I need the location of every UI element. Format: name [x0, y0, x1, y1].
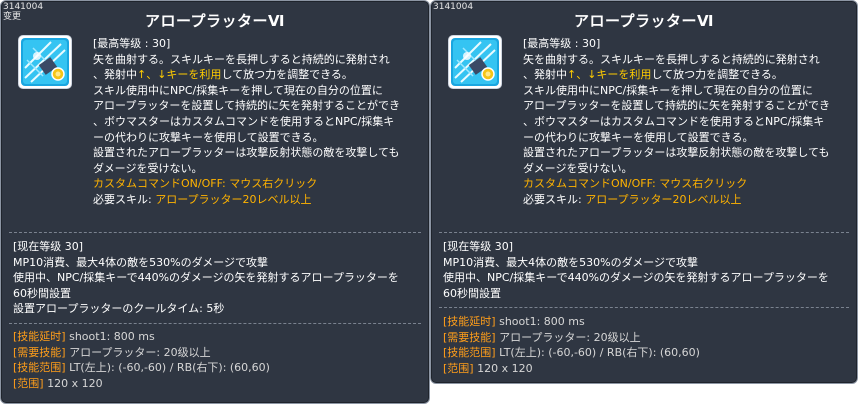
- desc-line: 矢を曲射する。スキルキーを長押しすると持続的に発射され: [93, 52, 390, 66]
- current-level-line: MP10消費、最大4体の敵を530%のダメージで攻撃: [443, 255, 699, 269]
- arrow-platter-skill-icon: [448, 35, 502, 89]
- skill-info-section: [技能延时] shoot1: 800 ms [需要技能] アロープラッター: 2…: [443, 314, 700, 376]
- info-row: [范围] 120 x 120: [443, 361, 533, 375]
- desc-line: 、発射中↑、↓キーを利用して放つ力を調整できる。: [523, 68, 783, 82]
- arrow-platter-skill-icon: [18, 35, 72, 89]
- skill-title: アロープラッターⅥ: [573, 12, 715, 30]
- key-highlight: ↑、↓キーを利用: [567, 68, 652, 82]
- current-level-line: 設置アロープラッターのクールタイム: 5秒: [13, 302, 225, 316]
- skill-tooltip-right: 3141004 アロープラッターⅥ [最高等级 : 30] 矢を曲射する。スキル…: [430, 0, 858, 384]
- skill-title: アロープラッターⅥ: [144, 12, 286, 30]
- desc-line: ダメージを受けない。: [93, 161, 203, 175]
- desc-line: 、ボウマスターはカスタムコマンドを使用するとNPC/採集キ: [523, 114, 825, 128]
- divider: [9, 323, 421, 324]
- desc-line: アロープラッターを設置して持続的に矢を発射することができ: [93, 99, 401, 113]
- custom-command: カスタムコマンドON/OFF: マウス右クリック: [93, 177, 318, 191]
- custom-command: カスタムコマンドON/OFF: マウス右クリック: [523, 177, 748, 191]
- skill-description: [最高等级 : 30] 矢を曲射する。スキルキーを長押しすると持続的に発射され …: [93, 36, 423, 208]
- current-level-line: 60秒間設置: [443, 286, 501, 300]
- current-level-line: 60秒間設置: [13, 286, 71, 300]
- desc-line: アロープラッターを設置して持続的に矢を発射することができ: [523, 99, 831, 113]
- desc-line: ーの代わりに攻撃キーを使用して設置できる。: [523, 130, 754, 144]
- current-level-line: 使用中、NPC/採集キーで440%のダメージの矢を発射するアロープラッターを: [13, 271, 399, 285]
- divider: [9, 232, 421, 233]
- desc-line: 設置されたアロープラッターは攻撃反射状態の敵を攻撃しても: [93, 146, 400, 160]
- info-row: [技能范围] LT(左上): (-60,-60) / RB(右下): (60,6…: [13, 361, 270, 375]
- max-level: [最高等级 : 30]: [523, 37, 601, 50]
- info-row: [技能延时] shoot1: 800 ms: [443, 315, 585, 328]
- required-skill: 必要スキル: アロープラッター20レベル以上: [93, 192, 312, 206]
- desc-line: 、発射中↑、↓キーを利用して放つ力を調整できる。: [93, 68, 353, 82]
- info-row: [技能延时] shoot1: 800 ms: [13, 330, 155, 343]
- skill-info-section: [技能延时] shoot1: 800 ms [需要技能] アロープラッター: 2…: [13, 329, 270, 391]
- info-row: [需要技能] アロープラッター: 20级以上: [13, 345, 211, 359]
- required-skill: 必要スキル: アロープラッター20レベル以上: [523, 192, 742, 206]
- current-level-line: MP10消費、最大4体の敵を530%のダメージで攻撃: [13, 255, 269, 269]
- divider: [439, 232, 849, 233]
- desc-line: 矢を曲射する。スキルキーを長押しすると持続的に発射され: [523, 52, 820, 66]
- current-level-header: [现在等级 30]: [13, 240, 84, 253]
- current-level-line: 使用中、NPC/採集キーで440%のダメージの矢を発射するアロープラッターを: [443, 271, 829, 285]
- desc-line: スキル使用中にNPC/採集キーを押して現在の自分の位置に: [93, 83, 383, 97]
- current-level-section: [现在等级 30] MP10消費、最大4体の敵を530%のダメージで攻撃 使用中…: [13, 239, 423, 317]
- info-row: [范围] 120 x 120: [13, 376, 103, 390]
- desc-line: ーの代わりに攻撃キーを使用して設置できる。: [93, 130, 324, 144]
- info-row: [需要技能] アロープラッター: 20级以上: [443, 330, 641, 344]
- info-row: [技能范围] LT(左上): (-60,-60) / RB(右下): (60,6…: [443, 346, 700, 360]
- skill-tooltip-left: 3141004 变更 アロープラッターⅥ [最高等级 : 30] 矢を曲射する。…: [0, 0, 430, 404]
- desc-line: ダメージを受けない。: [523, 161, 633, 175]
- divider: [439, 307, 849, 308]
- current-level-section: [现在等级 30] MP10消費、最大4体の敵を530%のダメージで攻撃 使用中…: [443, 239, 853, 301]
- desc-line: スキル使用中にNPC/採集キーを押して現在の自分の位置に: [523, 83, 813, 97]
- max-level: [最高等级 : 30]: [93, 37, 171, 50]
- key-highlight: ↑、↓キーを利用: [137, 68, 222, 82]
- skill-description: [最高等级 : 30] 矢を曲射する。スキルキーを長押しすると持続的に発射され …: [523, 36, 853, 208]
- desc-line: 、ボウマスターはカスタムコマンドを使用するとNPC/採集キ: [93, 114, 395, 128]
- current-level-header: [现在等级 30]: [443, 240, 514, 253]
- desc-line: 設置されたアロープラッターは攻撃反射状態の敵を攻撃しても: [523, 146, 830, 160]
